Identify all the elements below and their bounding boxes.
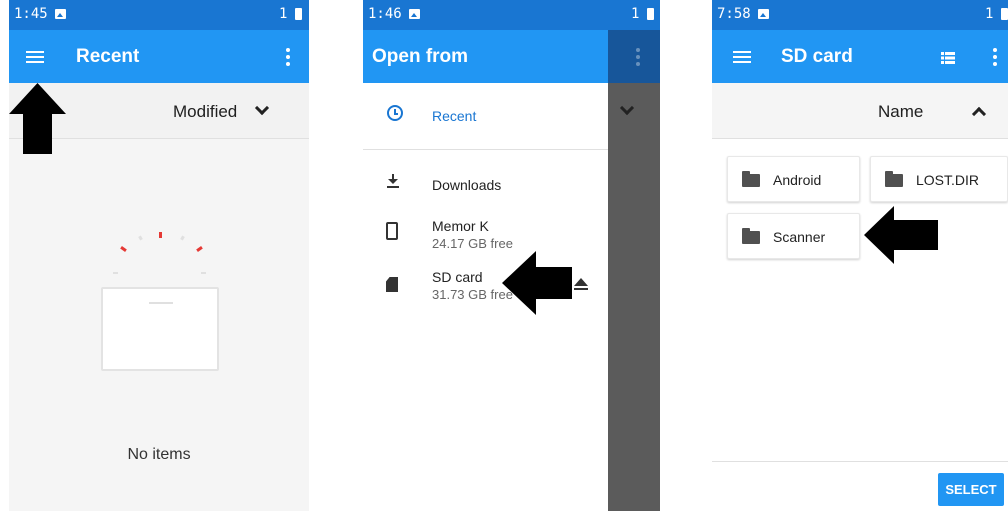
battery-icon — [295, 8, 302, 20]
empty-message: No items — [127, 446, 191, 463]
drawer-item-subtitle: 24.17 GB free — [432, 236, 513, 251]
folder-name: LOST.DIR — [916, 172, 980, 188]
chevron-down-icon[interactable] — [254, 100, 270, 116]
open-from-drawer-screen: 1:46 1 Open from Recent Downloads Memor … — [363, 0, 660, 511]
folder-tile-scanner[interactable]: Scanner — [727, 213, 860, 259]
annotation-arrow-up-icon — [9, 83, 66, 154]
phone-icon — [386, 222, 398, 240]
drawer-divider — [363, 149, 608, 150]
status-time: 7:58 — [717, 6, 751, 22]
chevron-down-icon — [619, 100, 635, 116]
status-bar: 1:46 1 — [363, 0, 660, 30]
clock-icon — [387, 105, 403, 121]
app-bar: Recent — [9, 30, 309, 83]
battery-icon — [647, 8, 654, 20]
battery-icon — [1001, 8, 1008, 20]
sd-card-screen: 7:58 1 SD card Name Android LOST.DIR Sca… — [712, 0, 1008, 511]
select-button[interactable]: SELECT — [938, 473, 1004, 506]
empty-spark — [138, 235, 143, 241]
image-notification-icon — [758, 9, 769, 19]
app-bar-title: Recent — [76, 46, 140, 67]
recent-screen: 1:45 1 Recent Modified No items — [9, 0, 309, 511]
drawer-title: Open from — [363, 30, 608, 83]
annotation-arrow-left-icon — [864, 206, 938, 264]
status-bar: 7:58 1 — [712, 0, 1008, 30]
empty-folder-illustration — [101, 287, 219, 371]
folder-name: Android — [773, 172, 822, 188]
more-options-icon[interactable] — [993, 48, 997, 66]
app-bar: SD card — [712, 30, 1008, 83]
more-options-icon[interactable] — [286, 48, 290, 66]
empty-spark — [120, 246, 127, 252]
empty-spark — [159, 232, 162, 238]
status-time: 1:45 — [14, 6, 48, 22]
folder-icon — [742, 171, 760, 187]
menu-icon[interactable] — [733, 51, 751, 63]
folder-icon — [885, 171, 903, 187]
folder-icon — [742, 228, 760, 244]
sim-indicator: 1 — [631, 6, 640, 22]
sd-card-icon — [386, 277, 398, 292]
menu-icon[interactable] — [26, 51, 44, 63]
empty-spark — [201, 272, 206, 274]
sort-label: Name — [878, 102, 924, 121]
status-time: 1:46 — [368, 6, 402, 22]
sim-indicator: 1 — [985, 6, 994, 22]
folder-name: Scanner — [773, 229, 826, 245]
app-bar-title: SD card — [781, 46, 853, 67]
image-notification-icon — [55, 9, 66, 19]
empty-spark — [196, 246, 203, 252]
folder-tile-lost-dir[interactable]: LOST.DIR — [870, 156, 1008, 202]
drawer-item-label: SD card — [432, 269, 483, 285]
status-bar: 1:45 1 — [9, 0, 309, 30]
chevron-up-icon[interactable] — [971, 106, 987, 122]
image-notification-icon — [409, 9, 420, 19]
more-options-icon — [636, 48, 640, 66]
sort-label: Modified — [173, 102, 238, 121]
eject-icon[interactable] — [574, 278, 588, 290]
drawer-item-label: Memor K — [432, 218, 489, 234]
list-view-icon[interactable] — [941, 52, 955, 64]
drawer-item-downloads[interactable]: Downloads — [363, 160, 608, 210]
drawer-item-label: Recent — [432, 108, 477, 124]
annotation-arrow-left-icon — [502, 251, 572, 315]
folder-tile-android[interactable]: Android — [727, 156, 860, 202]
drawer-scrim[interactable] — [608, 30, 660, 511]
drawer-item-label: Downloads — [432, 177, 502, 193]
dimmed-app-bar — [608, 30, 660, 83]
empty-spark — [180, 235, 185, 241]
sort-bar[interactable]: Name — [712, 83, 1008, 139]
download-icon — [387, 174, 399, 188]
sim-indicator: 1 — [279, 6, 288, 22]
drawer-item-subtitle: 31.73 GB free — [432, 287, 513, 302]
empty-spark — [113, 272, 118, 274]
bottom-action-bar: SELECT — [712, 461, 1008, 511]
drawer-item-recent[interactable]: Recent — [363, 83, 608, 149]
